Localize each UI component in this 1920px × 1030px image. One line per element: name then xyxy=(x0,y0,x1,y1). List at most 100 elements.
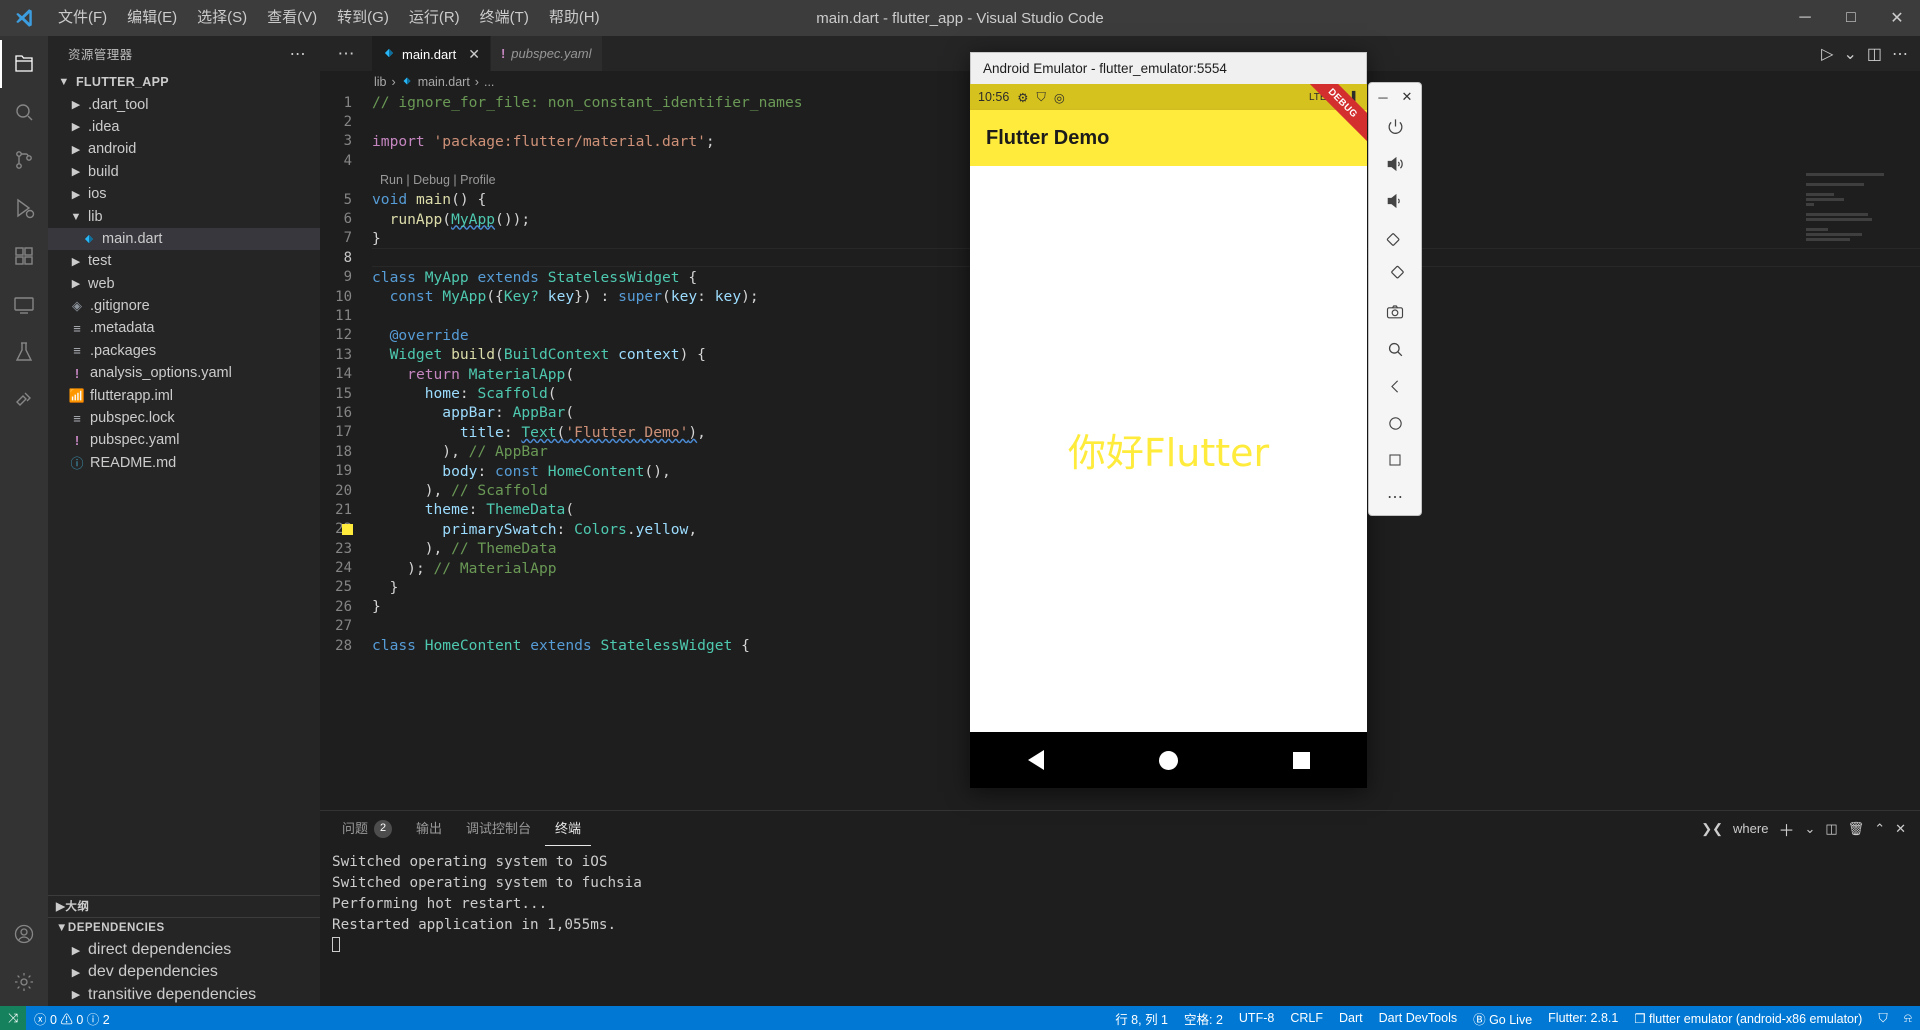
screenshot-camera-icon[interactable] xyxy=(1375,294,1415,329)
rotate-left-icon[interactable] xyxy=(1375,220,1415,255)
panel-tab-terminal[interactable]: 终端 xyxy=(545,811,592,846)
kill-terminal-icon[interactable]: 🗑 xyxy=(1848,821,1865,837)
zoom-icon[interactable] xyxy=(1375,332,1415,367)
home-icon[interactable] xyxy=(1375,406,1415,441)
nav-recents-button[interactable] xyxy=(1292,751,1310,769)
search-icon[interactable] xyxy=(0,88,48,136)
menu-run[interactable]: 运行(R) xyxy=(399,0,470,36)
close-icon[interactable]: ✕ xyxy=(468,46,480,63)
chevron-down-icon[interactable]: ⌄ xyxy=(1843,44,1856,64)
flutter-tools-icon[interactable] xyxy=(0,376,48,424)
more-icon[interactable]: ⋯ xyxy=(1375,480,1415,515)
breadcrumb-main-dart[interactable]: main.dart xyxy=(418,75,470,89)
tree-item-lib[interactable]: ▼ lib xyxy=(48,205,320,227)
tree-root-flutter-app[interactable]: ▼ FLUTTER_APP xyxy=(48,71,320,93)
problems-status[interactable]: ⓧ 0 ⚠ 0 ⓘ 2 xyxy=(26,1006,118,1030)
tree-item-main-dart[interactable]: main.dart xyxy=(48,227,320,251)
panel-tab-problems[interactable]: 问题 2 xyxy=(332,811,402,846)
emulator-minimize-button[interactable]: ─ xyxy=(1373,87,1393,107)
tree-item-metadata[interactable]: ≡ .metadata xyxy=(48,317,320,339)
dependency-direct[interactable]: ▶ direct dependencies xyxy=(48,939,320,961)
remote-host-indicator[interactable]: ⤨ xyxy=(0,1006,27,1030)
accounts-icon[interactable] xyxy=(0,910,48,958)
extensions-icon[interactable] xyxy=(0,232,48,280)
volume-down-icon[interactable] xyxy=(1375,183,1415,218)
menu-file[interactable]: 文件(F) xyxy=(48,0,117,36)
terminal-selector-icon[interactable]: ❯❮ xyxy=(1701,821,1723,837)
nav-back-button[interactable] xyxy=(1027,750,1044,770)
tree-item-idea[interactable]: ▶ .idea xyxy=(48,116,320,138)
dependencies-section-header[interactable]: ▼ DEPENDENCIES xyxy=(48,916,320,939)
minimize-button[interactable]: ─ xyxy=(1782,0,1828,36)
tree-item-dart-tool[interactable]: ▶ .dart_tool xyxy=(48,93,320,115)
maximize-panel-icon[interactable]: ⌃ xyxy=(1874,821,1885,837)
color-swatch-icon[interactable] xyxy=(342,523,353,535)
remote-explorer-icon[interactable] xyxy=(0,280,48,328)
device-selector-status[interactable]: ❐ flutter emulator (android-x86 emulator… xyxy=(1626,1006,1870,1030)
tree-item-flutterapp-iml[interactable]: 📶 flutterapp.iml xyxy=(48,384,320,406)
back-icon[interactable] xyxy=(1375,369,1415,404)
run-play-icon[interactable]: ▷ xyxy=(1821,44,1833,64)
menu-help[interactable]: 帮助(H) xyxy=(539,0,610,36)
tree-item-analysis-options-yaml[interactable]: ! analysis_options.yaml xyxy=(48,362,320,384)
tree-item-readme-md[interactable]: ⓘ README.md xyxy=(48,452,320,474)
language-mode-status[interactable]: Dart xyxy=(1331,1006,1371,1030)
tree-item-test[interactable]: ▶ test xyxy=(48,250,320,272)
notifications-bell-icon[interactable]: ⍾ xyxy=(1896,1006,1920,1030)
settings-gear-icon[interactable] xyxy=(0,958,48,1006)
chevron-down-icon[interactable]: ⌄ xyxy=(1804,821,1815,837)
tree-item-gitignore[interactable]: ◈ .gitignore xyxy=(48,295,320,317)
tree-item-pubspec-lock[interactable]: ≡ pubspec.lock xyxy=(48,407,320,429)
menu-edit[interactable]: 编辑(E) xyxy=(117,0,187,36)
nav-home-button[interactable] xyxy=(1158,750,1178,770)
tree-item-web[interactable]: ▶ web xyxy=(48,273,320,295)
explorer-icon[interactable] xyxy=(0,40,48,88)
eol-status[interactable]: CRLF xyxy=(1282,1006,1331,1030)
indentation-status[interactable]: 空格: 2 xyxy=(1176,1006,1231,1030)
breadcrumb-symbols[interactable]: ... xyxy=(484,75,494,89)
close-panel-icon[interactable]: ✕ xyxy=(1895,821,1906,837)
run-debug-icon[interactable] xyxy=(0,184,48,232)
emulator-close-button[interactable]: ✕ xyxy=(1397,87,1417,107)
power-icon[interactable] xyxy=(1375,109,1415,144)
tree-item-android[interactable]: ▶ android xyxy=(48,138,320,160)
emulator-screen[interactable]: 10:56 ⚙ ⛉ ◎ LTE ▲▼ ▌ Flutter Demo DEBUG … xyxy=(970,84,1367,788)
tree-item-ios[interactable]: ▶ ios xyxy=(48,183,320,205)
editor-more-actions-icon[interactable]: ⋯ xyxy=(320,36,372,71)
overview-icon[interactable] xyxy=(1375,443,1415,478)
menu-view[interactable]: 查看(V) xyxy=(257,0,327,36)
dependency-dev[interactable]: ▶ dev dependencies xyxy=(48,961,320,983)
split-editor-icon[interactable]: ◫ xyxy=(1867,44,1882,64)
menu-go[interactable]: 转到(G) xyxy=(327,0,399,36)
new-terminal-icon[interactable]: ＋ xyxy=(1778,817,1794,841)
tab-main-dart[interactable]: main.dart ✕ xyxy=(372,36,491,71)
breadcrumb-lib[interactable]: lib xyxy=(374,75,387,89)
panel-tab-output[interactable]: 输出 xyxy=(406,811,452,846)
rotate-right-icon[interactable] xyxy=(1375,257,1415,292)
split-terminal-icon[interactable]: ◫ xyxy=(1825,821,1837,837)
terminal-output[interactable]: Switched operating system to iOS Switche… xyxy=(320,846,1920,1006)
panel-tab-debug-console[interactable]: 调试控制台 xyxy=(456,811,541,846)
dependency-transitive[interactable]: ▶ transitive dependencies xyxy=(48,984,320,1006)
tree-item-pubspec-yaml[interactable]: ! pubspec.yaml xyxy=(48,429,320,451)
volume-up-icon[interactable] xyxy=(1375,146,1415,181)
source-control-icon[interactable] xyxy=(0,136,48,184)
cursor-position-status[interactable]: 行 8, 列 1 xyxy=(1107,1006,1176,1030)
more-actions-icon[interactable]: ⋯ xyxy=(1892,44,1908,64)
outline-section-header[interactable]: ▶ 大纲 xyxy=(48,894,320,917)
menu-select[interactable]: 选择(S) xyxy=(187,0,257,36)
accounts-status[interactable]: ⛉ xyxy=(1870,1006,1895,1030)
flutter-version-status[interactable]: Flutter: 2.8.1 xyxy=(1540,1006,1626,1030)
close-button[interactable]: ✕ xyxy=(1874,0,1920,36)
testing-flask-icon[interactable] xyxy=(0,328,48,376)
encoding-status[interactable]: UTF-8 xyxy=(1231,1006,1282,1030)
go-live-status[interactable]: Ⓑ Go Live xyxy=(1465,1006,1540,1030)
tree-item-build[interactable]: ▶ build xyxy=(48,161,320,183)
tree-item-packages[interactable]: ≡ .packages xyxy=(48,340,320,362)
terminal-name-label[interactable]: where xyxy=(1733,821,1768,836)
explorer-more-actions-icon[interactable]: ⋯ xyxy=(284,44,312,64)
dart-devtools-status[interactable]: Dart DevTools xyxy=(1371,1006,1466,1030)
maximize-button[interactable]: □ xyxy=(1828,0,1874,36)
android-emulator-window[interactable]: Android Emulator - flutter_emulator:5554… xyxy=(970,52,1367,788)
minimap[interactable] xyxy=(1806,173,1906,243)
